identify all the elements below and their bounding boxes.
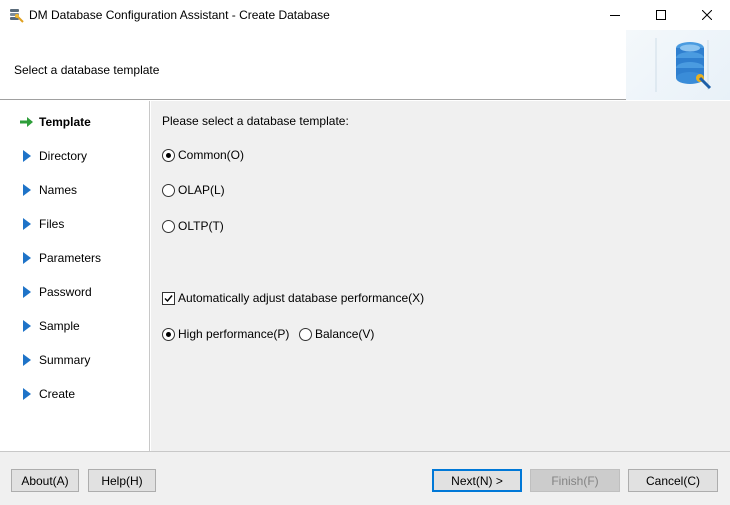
wizard-steps-sidebar: Template Directory Names Files Parameter…	[0, 101, 150, 451]
step-arrow-icon	[23, 354, 31, 366]
sidebar-item-sample[interactable]: Sample	[0, 314, 150, 338]
help-button[interactable]: Help(H)	[88, 469, 156, 492]
finish-button[interactable]: Finish(F)	[530, 469, 620, 492]
about-button[interactable]: About(A)	[11, 469, 79, 492]
header-banner	[626, 30, 730, 100]
radio-button[interactable]	[162, 183, 175, 197]
sidebar-item-names[interactable]: Names	[0, 178, 150, 202]
step-arrow-icon	[23, 218, 31, 230]
sidebar-item-files[interactable]: Files	[0, 212, 150, 236]
step-arrow-icon	[23, 184, 31, 196]
radio-button[interactable]	[162, 219, 175, 233]
database-app-icon	[10, 9, 24, 23]
template-oltp-radio[interactable]: OLTP(T)	[162, 219, 224, 233]
step-subtitle: Select a database template	[14, 63, 160, 77]
checkmark-icon	[164, 294, 173, 302]
sidebar-item-label: Password	[39, 285, 92, 299]
maximize-button[interactable]	[638, 0, 684, 30]
radio-label: High performance(P)	[178, 327, 290, 341]
database-stack-icon	[655, 38, 712, 92]
sidebar-item-label: Template	[39, 115, 91, 129]
template-common-radio[interactable]: Common(O)	[162, 148, 244, 162]
step-arrow-icon	[23, 252, 31, 264]
sidebar-item-summary[interactable]: Summary	[0, 348, 150, 372]
sidebar-item-template[interactable]: Template	[0, 110, 150, 134]
radio-button-selected[interactable]	[162, 327, 175, 341]
wizard-header: Select a database template	[0, 30, 730, 100]
sidebar-item-label: Names	[39, 183, 78, 197]
current-step-arrow-icon	[20, 117, 33, 127]
step-arrow-icon	[23, 388, 31, 400]
close-button[interactable]	[684, 0, 730, 30]
title-bar: DM Database Configuration Assistant - Cr…	[0, 0, 730, 30]
radio-label: OLTP(T)	[178, 219, 224, 233]
auto-adjust-checkbox[interactable]: Automatically adjust database performanc…	[162, 291, 424, 305]
sidebar-item-parameters[interactable]: Parameters	[0, 246, 150, 270]
sidebar-item-password[interactable]: Password	[0, 280, 150, 304]
wizard-footer: About(A) Help(H) Next(N) > Finish(F) Can…	[0, 451, 730, 505]
minimize-button[interactable]	[592, 0, 638, 30]
radio-label: Common(O)	[178, 148, 245, 162]
template-olap-radio[interactable]: OLAP(L)	[162, 183, 225, 197]
sidebar-item-label: Summary	[39, 353, 91, 367]
sidebar-item-label: Directory	[39, 149, 88, 163]
template-prompt: Please select a database template:	[162, 114, 349, 128]
close-icon	[702, 10, 712, 20]
balance-radio[interactable]: Balance(V)	[299, 327, 374, 341]
radio-button[interactable]	[299, 327, 312, 341]
maximize-icon	[656, 10, 666, 20]
checkbox-label: Automatically adjust database performanc…	[178, 291, 425, 305]
template-panel: Please select a database template: Commo…	[151, 101, 730, 451]
step-arrow-icon	[23, 320, 31, 332]
next-button[interactable]: Next(N) >	[432, 469, 522, 492]
step-arrow-icon	[23, 286, 31, 298]
step-arrow-icon	[23, 150, 31, 162]
high-performance-radio[interactable]: High performance(P)	[162, 327, 289, 341]
radio-label: Balance(V)	[315, 327, 375, 341]
sidebar-item-label: Create	[39, 387, 76, 401]
sidebar-item-label: Sample	[39, 319, 80, 333]
sidebar-item-label: Parameters	[39, 251, 102, 265]
radio-label: OLAP(L)	[178, 183, 225, 197]
cancel-button[interactable]: Cancel(C)	[628, 469, 718, 492]
minimize-icon	[610, 15, 620, 16]
sidebar-item-label: Files	[39, 217, 65, 231]
radio-button-selected[interactable]	[162, 148, 175, 162]
sidebar-item-directory[interactable]: Directory	[0, 144, 150, 168]
sidebar-item-create[interactable]: Create	[0, 382, 150, 406]
checkbox[interactable]	[162, 291, 175, 305]
window-title: DM Database Configuration Assistant - Cr…	[29, 8, 330, 22]
